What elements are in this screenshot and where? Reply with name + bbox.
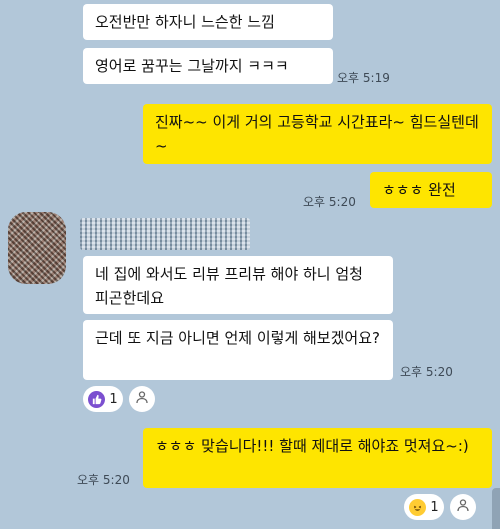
scrollbar[interactable] [492, 488, 500, 529]
message-time: 오후 5:20 [400, 365, 453, 379]
reaction-count: 1 [430, 499, 439, 515]
message-text: ㅎㅎㅎ 완전 [382, 181, 456, 199]
laughing-emoji-icon [409, 498, 427, 516]
received-message[interactable]: 네 집에 와서도 리뷰 프리뷰 해야 하니 엄청 피곤한데요 [83, 256, 393, 314]
reaction-chip[interactable]: 1 [83, 386, 123, 412]
message-time: 오후 5:20 [303, 195, 356, 209]
person-icon [135, 390, 149, 408]
add-reaction-button[interactable] [129, 386, 155, 412]
message-time: 오후 5:19 [337, 71, 390, 85]
message-text: 진짜~~ 이게 거의 고등학교 시간표라~ 힘드실텐데~ [155, 113, 479, 155]
add-reaction-button[interactable] [450, 494, 476, 520]
message-time: 오후 5:20 [77, 473, 130, 487]
person-icon [456, 498, 470, 516]
received-message[interactable]: 근데 또 지금 아니면 언제 이렇게 해보겠어요? [83, 320, 393, 380]
sender-name [80, 218, 250, 250]
avatar[interactable] [8, 212, 66, 284]
sent-message[interactable]: 진짜~~ 이게 거의 고등학교 시간표라~ 힘드실텐데~ [143, 104, 492, 164]
received-message[interactable]: 영어로 꿈꾸는 그날까지 ㅋㅋㅋ [83, 48, 333, 84]
reaction-chip[interactable]: 1 [404, 494, 444, 520]
message-text: 오전반만 하자니 느슨한 느낌 [95, 13, 275, 31]
sent-message[interactable]: ㅎㅎㅎ 맞습니다!!! 할때 제대로 해야죠 멋져요~:) [143, 428, 492, 488]
received-message[interactable]: 오전반만 하자니 느슨한 느낌 [83, 4, 333, 40]
sent-message[interactable]: ㅎㅎㅎ 완전 [370, 172, 492, 208]
reaction-count: 1 [109, 391, 118, 407]
thumbs-up-icon [88, 390, 106, 408]
message-text: 영어로 꿈꾸는 그날까지 ㅋㅋㅋ [95, 57, 289, 75]
message-text: 네 집에 와서도 리뷰 프리뷰 해야 하니 엄청 피곤한데요 [95, 265, 363, 307]
message-text: 근데 또 지금 아니면 언제 이렇게 해보겠어요? [95, 329, 380, 347]
message-text: ㅎㅎㅎ 맞습니다!!! 할때 제대로 해야죠 멋져요~:) [155, 437, 469, 455]
